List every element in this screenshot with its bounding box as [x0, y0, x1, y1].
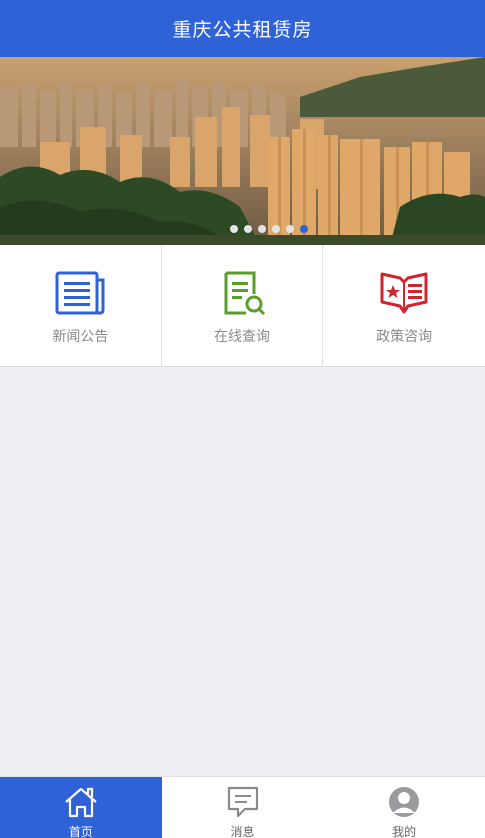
- menu-item-online-query[interactable]: 在线查询: [162, 245, 324, 367]
- carousel-dot-active[interactable]: [299, 225, 308, 233]
- tab-profile[interactable]: 我的: [323, 777, 485, 838]
- banner-image: [0, 57, 485, 245]
- tab-label: 我的: [392, 825, 417, 838]
- menu-item-news[interactable]: 新闻公告: [0, 245, 162, 367]
- search-document-icon: [216, 270, 268, 316]
- page-title: 重庆公共租赁房: [172, 19, 313, 41]
- content-area: [0, 368, 485, 776]
- feature-menu: 新闻公告 在线查询 政策咨询: [0, 245, 485, 367]
- bottom-tab-bar: 首页 消息 我的: [0, 776, 485, 838]
- menu-item-policy[interactable]: 政策咨询: [323, 245, 485, 367]
- carousel-indicator: [0, 225, 485, 233]
- message-icon: [225, 785, 261, 819]
- user-icon: [386, 785, 422, 819]
- tab-home[interactable]: 首页: [0, 777, 162, 838]
- carousel-dot[interactable]: [271, 225, 280, 233]
- policy-book-icon: [378, 270, 430, 316]
- app-header: 重庆公共租赁房: [0, 0, 485, 57]
- menu-item-label: 在线查询: [214, 329, 270, 345]
- banner-carousel[interactable]: [0, 57, 485, 245]
- tab-label: 消息: [230, 825, 255, 838]
- carousel-dot[interactable]: [243, 225, 252, 233]
- tab-messages[interactable]: 消息: [162, 777, 324, 838]
- menu-item-label: 政策咨询: [376, 329, 433, 345]
- carousel-dot[interactable]: [229, 225, 238, 233]
- tab-label: 首页: [68, 825, 93, 838]
- carousel-dot[interactable]: [285, 225, 294, 233]
- newspaper-icon: [54, 270, 106, 316]
- home-icon: [63, 785, 99, 819]
- menu-item-label: 新闻公告: [52, 329, 109, 345]
- carousel-dot[interactable]: [257, 225, 266, 233]
